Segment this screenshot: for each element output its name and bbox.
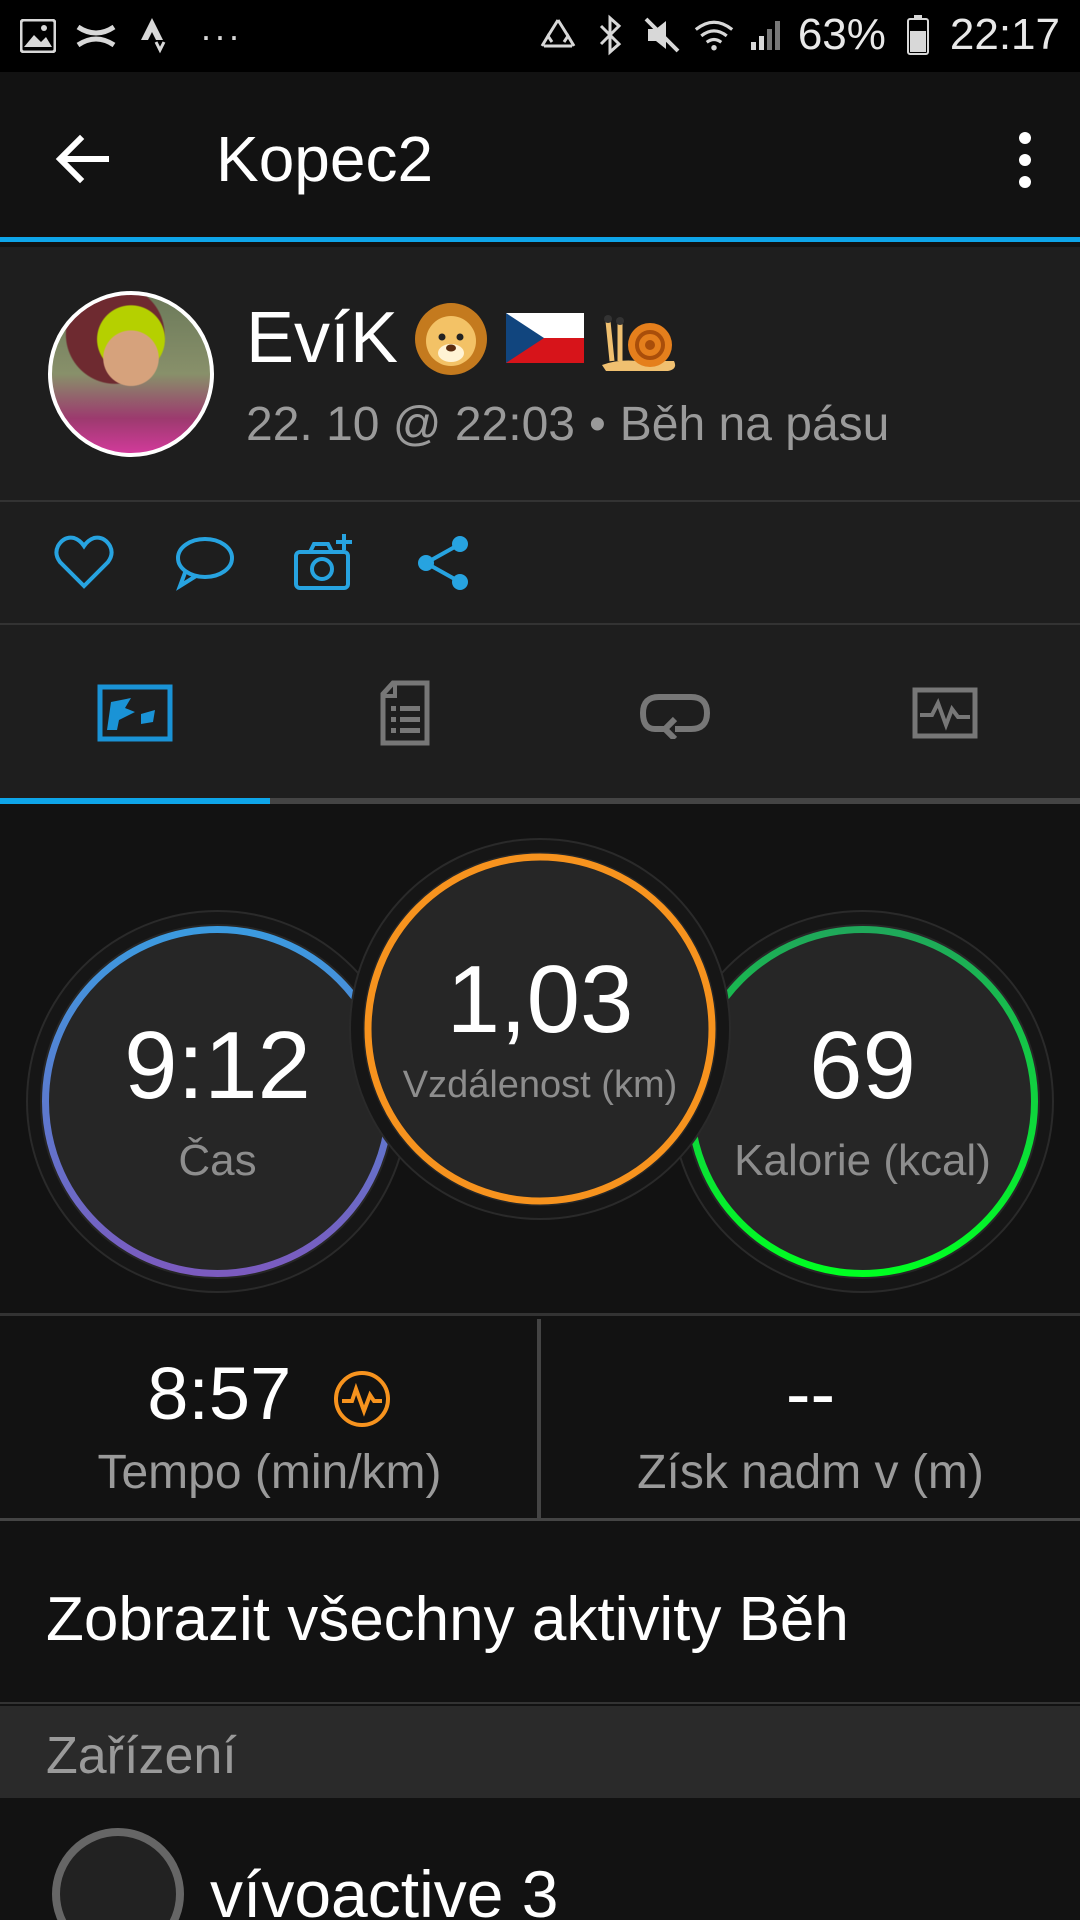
snail-emoji-icon [602, 315, 676, 371]
wifi-icon [694, 13, 734, 57]
pace-value: 8:57 [147, 1352, 292, 1435]
pace-label: Tempo (min/km) [97, 1446, 442, 1499]
comment-icon [176, 537, 234, 591]
distance-label: Vzdálenost (km) [402, 1063, 678, 1106]
calories-circle: 69 Kalorie (kcal) [685, 924, 1040, 1279]
bluetooth-icon [590, 13, 630, 57]
clock: 22:17 [949, 10, 1060, 59]
activity-meta: 22. 10 @ 22:03 • Běh na pásu [246, 397, 889, 452]
image-icon [18, 14, 58, 58]
mute-icon [642, 13, 682, 57]
calories-value: 69 [809, 1011, 916, 1119]
share-button[interactable] [412, 532, 476, 594]
strava-icon [134, 14, 174, 58]
lion-emoji-icon [415, 303, 488, 375]
tab-stats[interactable] [270, 625, 540, 800]
share-icon [418, 536, 468, 590]
tab-laps[interactable] [540, 625, 810, 800]
czech-flag-icon [506, 313, 585, 363]
arrow-left-icon [55, 134, 109, 184]
view-all-activities-label: Zobrazit všechny aktivity Běh [46, 1585, 849, 1654]
device-row[interactable]: vívoactive 3 [0, 1798, 1080, 1920]
heart-icon [54, 535, 114, 589]
like-button[interactable] [52, 532, 116, 594]
social-actions [0, 502, 1080, 625]
battery-percent: 63% [797, 10, 886, 59]
back-button[interactable] [48, 124, 118, 194]
document-list-icon [380, 680, 430, 745]
time-value: 9:12 [124, 1011, 311, 1119]
time-label: Čas [178, 1135, 257, 1185]
distance-circle: 1,03 Vzdálenost (km) [363, 852, 717, 1206]
watch-icon [52, 1828, 184, 1920]
overflow-menu-button[interactable] [1000, 122, 1050, 202]
pace-stat: 8:57 Tempo (min/km) [0, 1319, 539, 1521]
view-all-activities-link[interactable]: Zobrazit všechny aktivity Běh [0, 1524, 1080, 1704]
status-bar: ··· 63% 22:17 [0, 0, 1080, 72]
calories-label: Kalorie (kcal) [734, 1135, 991, 1185]
detail-tabs [0, 625, 1080, 805]
page-title: Kopec2 [216, 123, 434, 195]
activity-header: EvíK 22. 10 @ 22:03 • Běh na pásu [0, 247, 1080, 502]
section-header-devices: Zařízení [0, 1706, 1080, 1798]
pace-value-row: 8:57 [0, 1351, 539, 1436]
secondary-stats: 8:57 Tempo (min/km) -- Získ nadm v (m) [0, 1319, 1080, 1521]
avatar[interactable] [48, 291, 214, 457]
user-name: EvíK [246, 298, 399, 378]
activity-type: Běh na pásu [619, 398, 890, 451]
pace-info-icon[interactable] [332, 1369, 392, 1429]
activity-chart-icon [912, 687, 978, 738]
distance-value: 1,03 [446, 945, 634, 1053]
elevation-label: Získ nadm v (m) [637, 1446, 984, 1499]
user-name-row: EvíK [246, 297, 680, 379]
tab-charts[interactable] [810, 625, 1080, 800]
activity-date: 22. 10 @ 22:03 [246, 398, 575, 451]
recycle-icon [538, 13, 578, 57]
elevation-value: -- [785, 1352, 836, 1435]
meta-separator: • [588, 398, 606, 451]
camera-add-icon [294, 534, 352, 590]
more-vert-icon [1019, 132, 1031, 188]
add-photo-button[interactable] [292, 532, 356, 594]
device-name: vívoactive 3 [210, 1857, 559, 1920]
more-notifications-icon: ··· [200, 15, 242, 56]
elevation-stat: -- Získ nadm v (m) [541, 1319, 1080, 1521]
map-overview-icon [97, 684, 173, 741]
under-armour-icon [76, 14, 116, 58]
loop-icon [639, 693, 711, 739]
app-bar: Kopec2 [0, 72, 1080, 242]
tab-overview[interactable] [0, 625, 270, 800]
time-circle: 9:12 Čas [40, 924, 395, 1279]
signal-icon [746, 13, 786, 57]
summary-circles: 9:12 Čas 69 Kalorie (kcal) 1,03 Vzdáleno… [0, 804, 1080, 1316]
section-header-label: Zařízení [46, 1727, 237, 1785]
battery-icon [898, 13, 938, 57]
comment-button[interactable] [172, 532, 236, 594]
